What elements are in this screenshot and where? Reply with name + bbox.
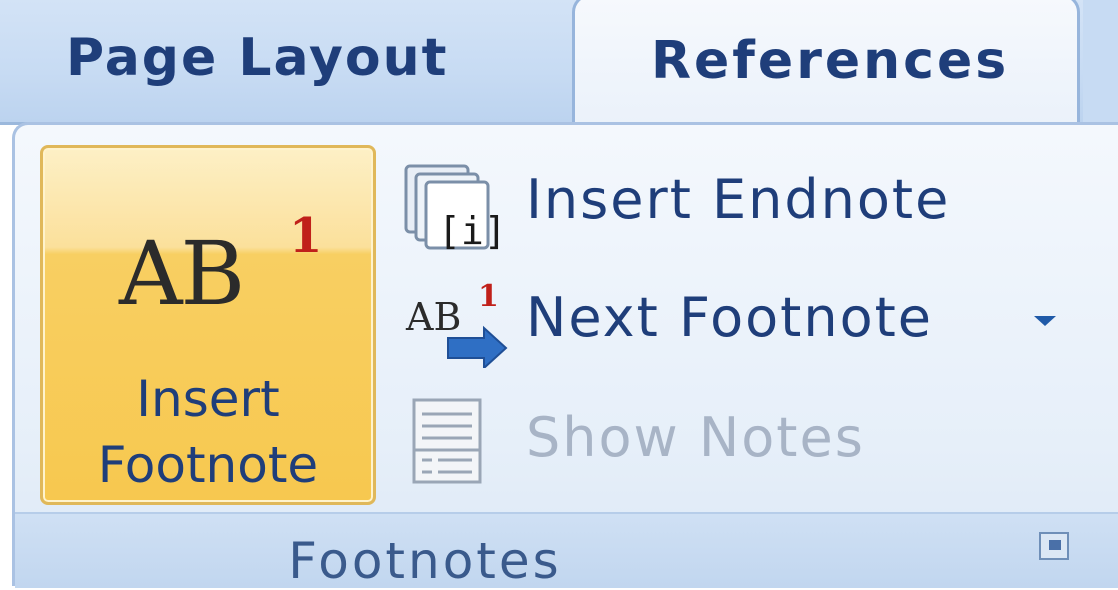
tab-page-layout[interactable]: Page Layout	[0, 0, 575, 122]
svg-text:AB: AB	[405, 295, 461, 339]
next-footnote-icon: AB 1	[405, 279, 508, 368]
insert-footnote-icon-superscript: 1	[289, 208, 323, 264]
tab-page-layout-label: Page Layout	[66, 28, 449, 88]
next-footnote-button[interactable]: AB 1 Next Footnote	[398, 268, 1058, 368]
insert-footnote-label: Insert Footnote	[43, 366, 373, 498]
tab-strip-edge	[1083, 0, 1118, 122]
insert-endnote-icon: [i]	[404, 164, 507, 250]
dialog-launcher-icon[interactable]	[1039, 532, 1069, 560]
show-notes-label: Show Notes	[526, 406, 865, 469]
svg-text:1: 1	[478, 279, 499, 314]
svg-text:[i]: [i]	[438, 209, 507, 250]
show-notes-icon	[412, 398, 482, 484]
group-title: Footnotes	[288, 532, 562, 590]
insert-endnote-label: Insert Endnote	[526, 168, 951, 231]
show-notes-button: Show Notes	[398, 388, 1058, 488]
insert-footnote-label-line1: Insert	[136, 370, 280, 428]
insert-footnote-icon: AB 1	[113, 208, 322, 328]
tab-references-label: References	[651, 31, 1010, 91]
insert-footnote-label-line2: Footnote	[97, 436, 319, 494]
insert-footnote-icon-text: AB	[119, 222, 245, 325]
next-footnote-label: Next Footnote	[526, 286, 934, 349]
group-footer: Footnotes	[15, 512, 1118, 590]
chevron-down-icon[interactable]	[1034, 316, 1056, 326]
insert-endnote-button[interactable]: [i] Insert Endnote	[398, 150, 1058, 250]
insert-footnote-button[interactable]: AB 1 Insert Footnote	[40, 145, 376, 505]
tab-references[interactable]: References	[572, 0, 1080, 134]
